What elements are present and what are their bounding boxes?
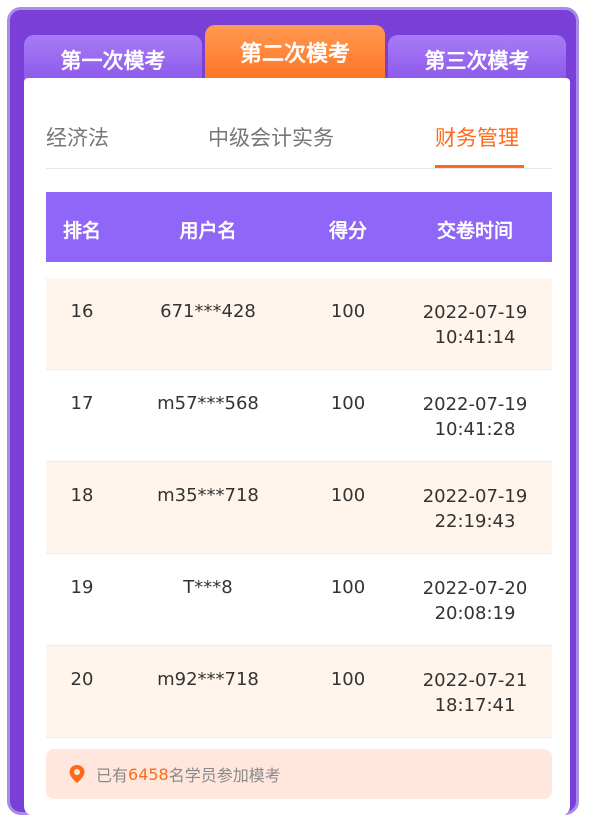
participant-count-banner: 已有 6458 名学员参加模考 xyxy=(46,749,552,799)
subject-tab-economic-law[interactable]: 经济法 xyxy=(46,122,109,152)
table-row: 16 671***428 100 2022-07-19 10:41:14 xyxy=(46,278,552,370)
active-subject-underline xyxy=(435,165,524,168)
header-username: 用户名 xyxy=(179,220,237,242)
submit-date: 2022-07-19 xyxy=(422,486,528,507)
rank-cell: 20 xyxy=(70,669,94,690)
score-cell: 100 xyxy=(330,669,366,690)
submit-time-cell: 2022-07-19 10:41:28 xyxy=(398,392,552,442)
submit-date: 2022-07-19 xyxy=(422,394,528,415)
subject-tab-accounting-practice[interactable]: 中级会计实务 xyxy=(208,122,334,152)
score-cell: 100 xyxy=(330,393,366,414)
submit-date: 2022-07-21 xyxy=(422,670,528,691)
submit-time-cell: 2022-07-21 18:17:41 xyxy=(398,668,552,718)
subject-tabs: 经济法 中级会计实务 财务管理 xyxy=(46,104,552,169)
submit-clock: 20:08:19 xyxy=(434,603,516,624)
participant-suffix: 名学员参加模考 xyxy=(168,766,281,785)
table-row: 19 T***8 100 2022-07-20 20:08:19 xyxy=(46,554,552,646)
submit-clock: 22:19:43 xyxy=(434,511,516,532)
submit-time-cell: 2022-07-20 20:08:19 xyxy=(398,576,552,626)
header-submit-time: 交卷时间 xyxy=(436,220,513,242)
rank-cell: 18 xyxy=(70,485,94,506)
score-cell: 100 xyxy=(330,301,366,322)
header-rank: 排名 xyxy=(62,220,101,242)
participant-count: 6458 xyxy=(128,764,169,784)
leaderboard-frame: 第一次模考 第三次模考 第二次模考 经济法 中级会计实务 财务管理 排名 用户名… xyxy=(7,7,579,816)
username-cell: 671***428 xyxy=(160,301,256,322)
submit-date: 2022-07-19 xyxy=(422,302,528,323)
username-cell: m35***718 xyxy=(157,485,259,506)
leaderboard-panel: 经济法 中级会计实务 财务管理 排名 用户名 得分 交卷时间 16 671***… xyxy=(24,78,570,816)
rank-cell: 17 xyxy=(70,393,94,414)
table-row: 20 m92***718 100 2022-07-21 18:17:41 xyxy=(46,646,552,738)
rank-cell: 16 xyxy=(70,301,94,322)
table-body: 16 671***428 100 2022-07-19 10:41:14 17 m… xyxy=(46,278,552,738)
submit-clock: 10:41:28 xyxy=(434,419,516,440)
username-cell: T***8 xyxy=(183,577,233,598)
rank-cell: 19 xyxy=(70,577,94,598)
score-cell: 100 xyxy=(330,577,366,598)
submit-time-cell: 2022-07-19 22:19:43 xyxy=(398,484,552,534)
table-row: 18 m35***718 100 2022-07-19 22:19:43 xyxy=(46,462,552,554)
table-row: 17 m57***568 100 2022-07-19 10:41:28 xyxy=(46,370,552,462)
header-score: 得分 xyxy=(328,220,367,242)
subject-tab-financial-management[interactable]: 财务管理 xyxy=(435,122,519,152)
submit-date: 2022-07-20 xyxy=(422,578,528,599)
score-cell: 100 xyxy=(330,485,366,506)
submit-clock: 18:17:41 xyxy=(434,695,516,716)
submit-clock: 10:41:14 xyxy=(434,327,516,348)
table-header: 排名 用户名 得分 交卷时间 xyxy=(46,192,552,262)
location-pin-icon xyxy=(69,765,85,783)
submit-time-cell: 2022-07-19 10:41:14 xyxy=(398,300,552,350)
exam-tabs: 第一次模考 第三次模考 第二次模考 xyxy=(24,19,570,87)
username-cell: m57***568 xyxy=(157,393,259,414)
participant-prefix: 已有 xyxy=(96,766,129,785)
username-cell: m92***718 xyxy=(157,669,259,690)
